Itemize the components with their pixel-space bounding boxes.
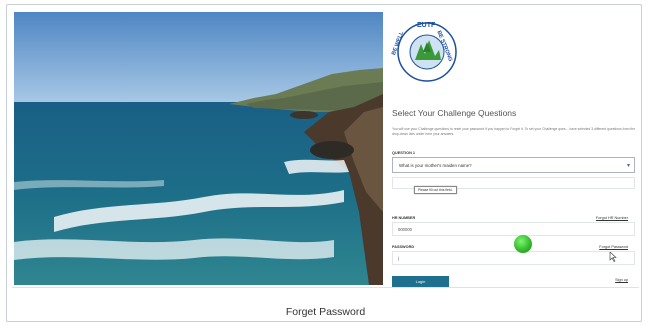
hr-number-label: HR NUMBER [392,216,416,220]
chevron-down-icon: ▾ [626,163,630,169]
password-label: PASSWORD [392,245,415,249]
challenge-questions-panel: EUTF BE WELL BE STRONG Select Your Chall… [384,12,640,287]
forgot-hr-number-link[interactable]: Forgot HR Number [596,216,628,220]
password-input[interactable]: | [392,251,635,265]
login-button[interactable]: Login [392,276,449,287]
eutf-logo: EUTF BE WELL BE STRONG [391,20,459,84]
forgot-password-link[interactable]: Forgot Password [599,245,628,249]
mouse-pointer-icon [609,252,617,262]
logo-text-top: EUTF [417,22,436,29]
caption-text: Forget Password [285,306,366,318]
intro-text: You will use your Challenge questions to… [392,127,636,136]
question-select[interactable]: What is your mother's maiden name? ▾ [392,157,635,173]
ocean-coast-photo [14,12,383,285]
caption-bar: Forget Password [12,287,639,321]
sign-up-link[interactable]: Sign up [615,278,628,282]
hr-number-input[interactable]: 000000 [392,222,635,236]
cursor-highlight-icon [514,235,532,253]
ocean-scene [14,12,383,285]
panel-title: Select Your Challenge Questions [392,108,517,118]
question-label: QUESTION 1 [392,151,415,155]
validation-tooltip: Please fill out this field. [414,186,457,194]
question-selected-value: What is your mother's maiden name? [399,163,472,168]
